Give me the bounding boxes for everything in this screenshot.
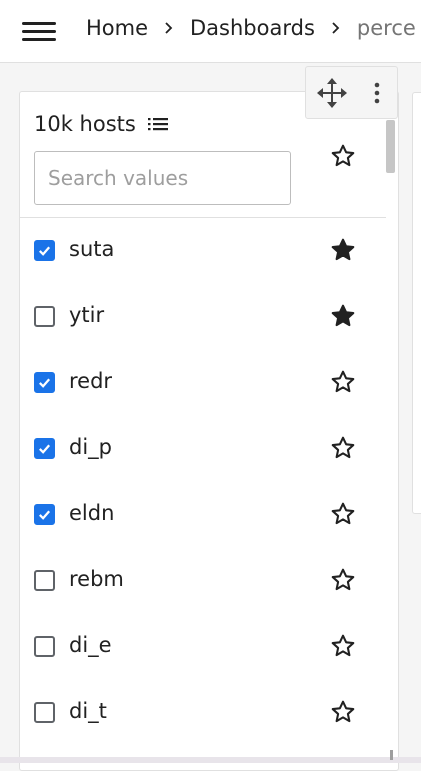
checkmark-icon (39, 510, 51, 520)
list-item[interactable]: di_t (20, 680, 386, 746)
more-options-button[interactable] (357, 67, 397, 119)
star-icon[interactable] (330, 435, 356, 461)
star-icon[interactable] (330, 567, 356, 593)
breadcrumb-home[interactable]: Home (86, 16, 148, 40)
hamburger-line (22, 22, 56, 25)
star-icon[interactable] (330, 633, 356, 659)
checkmark-icon (39, 246, 51, 256)
list-item-label: ytir (69, 303, 105, 327)
list-item[interactable]: redr (20, 350, 386, 416)
scrollbar-thumb[interactable] (386, 120, 395, 173)
move-button[interactable] (306, 67, 357, 119)
checkbox-unchecked[interactable] (34, 636, 55, 657)
list-item[interactable]: ytir (20, 284, 386, 350)
top-bar: Home Dashboards perce (0, 0, 421, 63)
resize-handle[interactable] (390, 750, 393, 760)
list-item[interactable]: suta (20, 218, 386, 284)
checkmark-icon (39, 444, 51, 454)
list-item-label: di_t (69, 699, 107, 723)
chevron-right-icon (329, 21, 343, 35)
list-item-label: rebm (69, 567, 124, 591)
values-list: suta ytir redr di_peldn rebm di_e di_t (20, 218, 386, 746)
star-filled-icon[interactable] (330, 237, 356, 263)
hamburger-line (22, 30, 56, 33)
panel-title: 10k hosts (34, 112, 136, 136)
star-icon[interactable] (330, 143, 356, 169)
hamburger-line (22, 38, 56, 41)
star-icon[interactable] (330, 699, 356, 725)
list-item-label: suta (69, 237, 115, 261)
move-arrows-icon (316, 77, 347, 108)
list-item[interactable]: eldn (20, 482, 386, 548)
breadcrumb: Home Dashboards perce (86, 16, 416, 40)
bottom-edge (0, 757, 421, 763)
checkbox-checked[interactable] (34, 240, 55, 261)
checkbox-checked[interactable] (34, 372, 55, 393)
list-item-label: di_e (69, 633, 112, 657)
breadcrumb-dashboards[interactable]: Dashboards (190, 16, 315, 40)
hamburger-menu-icon[interactable] (22, 21, 56, 43)
checkbox-unchecked[interactable] (34, 702, 55, 723)
list-item[interactable]: di_e (20, 614, 386, 680)
chevron-right-icon (162, 21, 176, 35)
breadcrumb-current: perce (356, 16, 416, 40)
list-item-label: di_p (69, 435, 112, 459)
checkbox-unchecked[interactable] (34, 570, 55, 591)
checkbox-unchecked[interactable] (34, 306, 55, 327)
checkbox-checked[interactable] (34, 504, 55, 525)
star-filled-icon[interactable] (330, 303, 356, 329)
list-item[interactable]: rebm (20, 548, 386, 614)
list-item-label: eldn (69, 501, 115, 525)
background-panel (412, 92, 421, 514)
list-item[interactable]: di_p (20, 416, 386, 482)
panel-toolbar (305, 66, 398, 119)
star-icon[interactable] (330, 501, 356, 527)
values-panel: 10k hosts suta ytir redr di_peldn rebm di_edi… (19, 91, 399, 771)
more-vert-icon (374, 82, 380, 103)
list-icon[interactable] (147, 113, 170, 135)
search-input[interactable] (34, 151, 291, 205)
checkbox-checked[interactable] (34, 438, 55, 459)
list-item-label: redr (69, 369, 113, 393)
panel-header: 10k hosts (34, 112, 170, 136)
checkmark-icon (39, 378, 51, 388)
star-icon[interactable] (330, 369, 356, 395)
